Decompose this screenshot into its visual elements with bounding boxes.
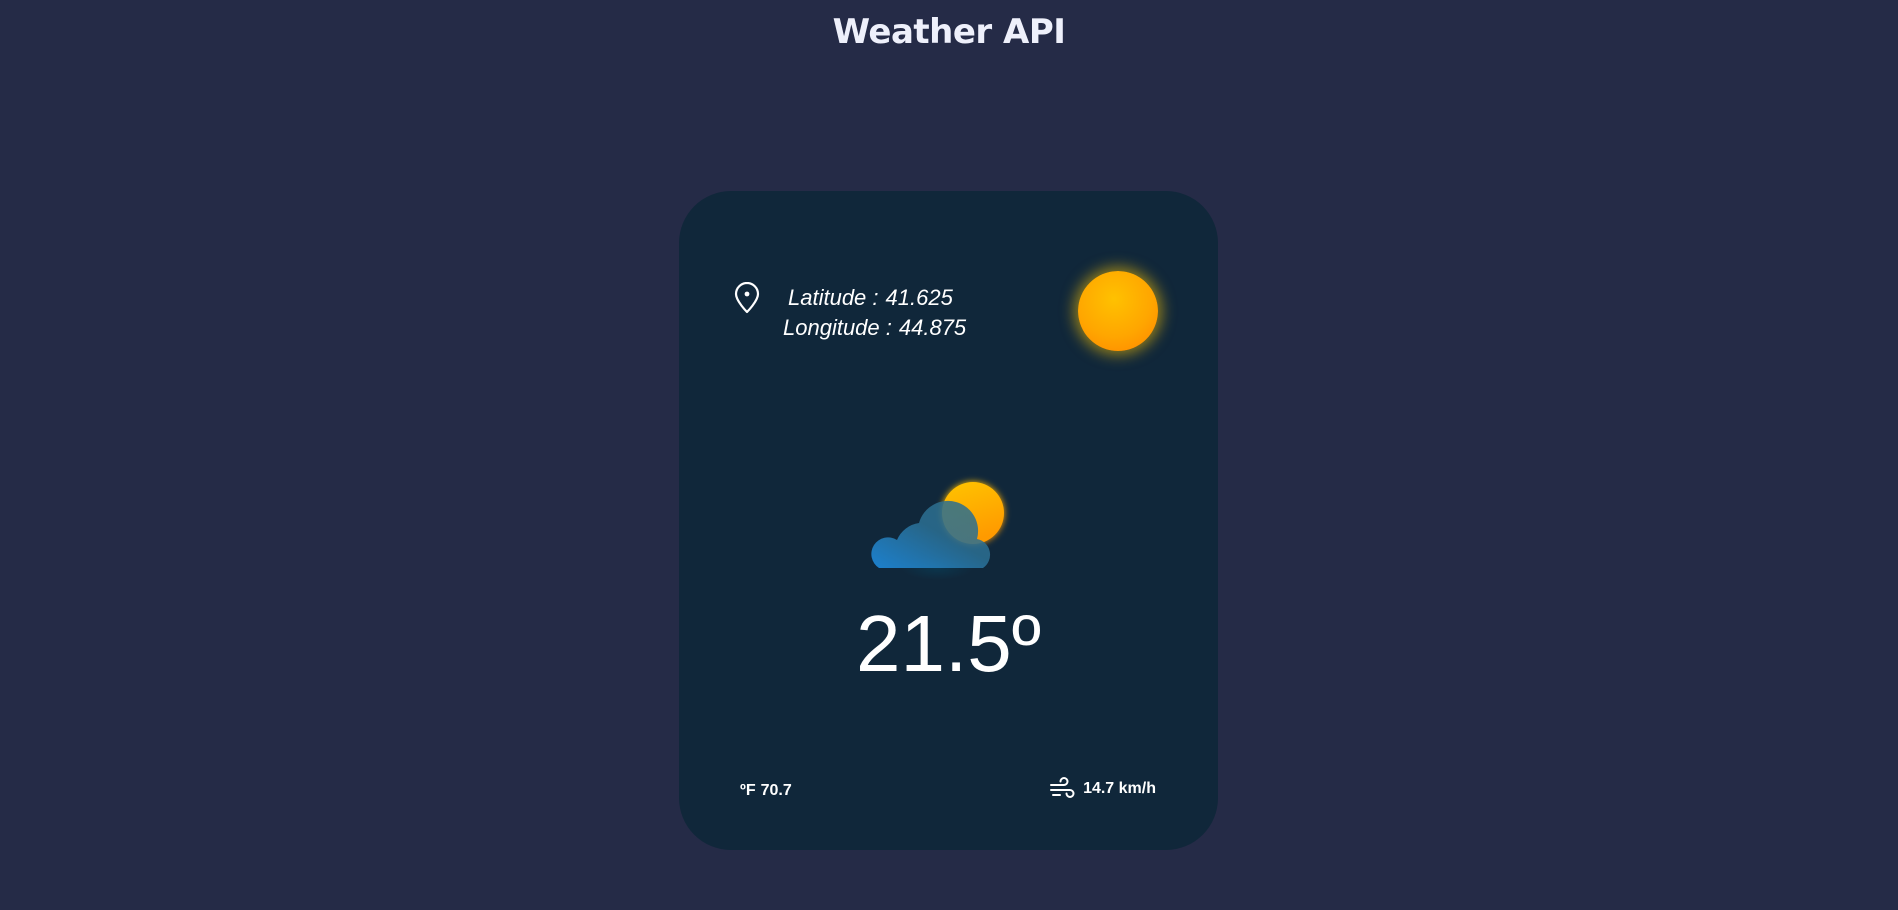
longitude-value: 44.875 <box>898 315 967 340</box>
wind-icon <box>1050 777 1075 798</box>
latitude-row: Latitude :41.625 <box>784 283 966 313</box>
coordinates: Latitude :41.625 Longitude :44.875 <box>783 283 966 343</box>
fahrenheit-value: 70.7 <box>760 782 792 799</box>
longitude-label: Longitude : <box>783 315 892 340</box>
weather-card: Latitude :41.625 Longitude :44.875 21.5º… <box>679 191 1218 850</box>
page-title: Weather API <box>832 12 1066 52</box>
latitude-value: 41.625 <box>885 285 953 310</box>
fahrenheit-unit: ºF <box>740 782 756 799</box>
partly-cloudy-icon <box>871 482 1004 580</box>
latitude-label: Latitude : <box>788 285 879 310</box>
temperature-value: 21.5º <box>856 599 1041 688</box>
wind-reading: 14.7 km/h <box>1049 776 1156 802</box>
fahrenheit-reading: ºF 70.7 <box>740 782 792 800</box>
sun-icon <box>1078 271 1158 351</box>
location-pin-icon <box>734 282 760 314</box>
wind-speed-value: 14.7 km/h <box>1083 780 1156 797</box>
longitude-row: Longitude :44.875 <box>783 313 966 343</box>
